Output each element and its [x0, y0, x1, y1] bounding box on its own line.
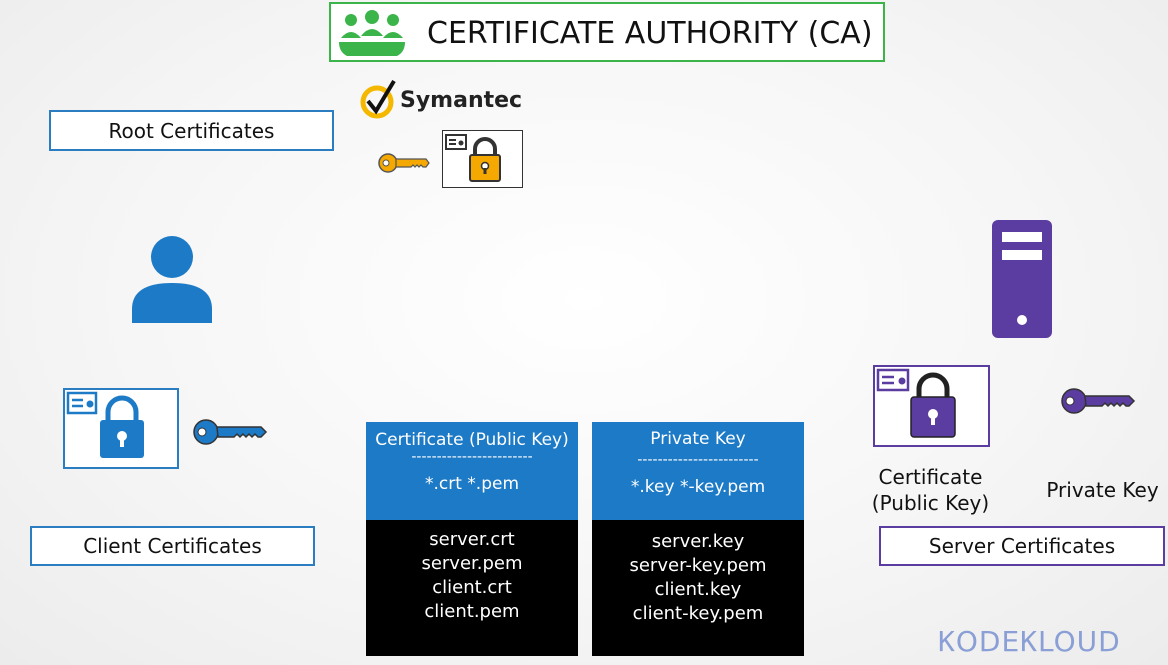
symantec-check-icon [360, 80, 396, 119]
public-key-column-header: Certificate (Public Key) ---------------… [366, 422, 578, 520]
logo-ode: ODE [955, 625, 1021, 658]
server-certificate-icon [873, 365, 990, 447]
server-icon [992, 220, 1052, 338]
list-item: server.key [651, 531, 745, 552]
root-certificates-label: Root Certificates [49, 110, 334, 151]
group-icon [339, 10, 405, 56]
logo-loud: LOUD [1038, 625, 1121, 658]
blue-key-icon [193, 419, 268, 445]
list-item: server.crt [429, 529, 515, 550]
client-certificates-label: Client Certificates [30, 526, 315, 566]
public-key-header-text: Certificate (Public Key) [375, 430, 569, 450]
gold-certificate-icon [442, 130, 523, 188]
list-item: client.crt [432, 577, 512, 598]
gold-key-icon [378, 153, 430, 173]
symantec-brand: Symantec [400, 88, 523, 113]
private-key-files: server.key server-key.pem client.key cli… [592, 520, 804, 656]
server-certificate-text: Certificate (Public Key) [868, 464, 993, 516]
private-key-divider: ------------------------ [637, 453, 759, 467]
logo-k2: K [1020, 625, 1039, 658]
server-certificates-label: Server Certificates [879, 526, 1165, 566]
public-key-extensions: *.crt *.pem [424, 474, 520, 494]
public-key-files: server.crt server.pem client.crt client.… [366, 520, 578, 656]
logo-k1: K [938, 625, 956, 658]
list-item: client-key.pem [632, 603, 764, 624]
private-key-header-text: Private Key [650, 429, 746, 449]
purple-key-icon [1061, 388, 1136, 414]
page-title: CERTIFICATE AUTHORITY (CA) [427, 16, 873, 51]
list-item: client.key [654, 579, 742, 600]
private-key-column-header: Private Key ------------------------ *.k… [592, 422, 804, 520]
server-private-key-text: Private Key [1046, 478, 1159, 502]
server-certificate-line2: (Public Key) [871, 491, 990, 515]
list-item: client.pem [424, 601, 520, 622]
kodekloud-logo: KODEKLOUD [938, 625, 1121, 658]
list-item: server-key.pem [629, 555, 767, 576]
title-box: CERTIFICATE AUTHORITY (CA) [329, 2, 885, 62]
client-certificate-icon [63, 388, 179, 469]
private-key-extensions: *.key *-key.pem [630, 477, 766, 497]
list-item: server.pem [421, 553, 523, 574]
server-certificate-line1: Certificate [878, 465, 983, 489]
user-icon [132, 236, 212, 323]
public-key-divider: ------------------------ [411, 450, 533, 464]
